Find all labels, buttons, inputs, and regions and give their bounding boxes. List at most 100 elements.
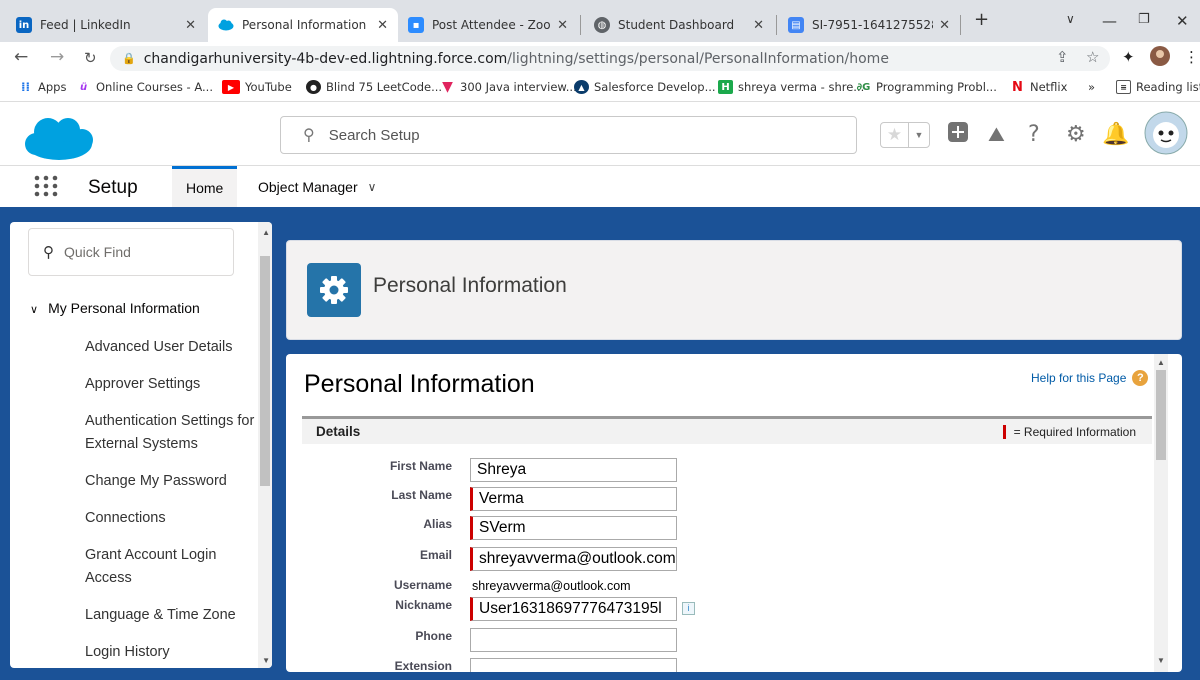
scrollbar-thumb[interactable] <box>260 256 270 486</box>
gfg-icon: ∂G <box>856 81 871 93</box>
salesforce-logo[interactable] <box>24 114 94 162</box>
favorites-star-button[interactable]: ★ ▼ <box>880 122 930 148</box>
browser-tab-linkedin[interactable]: in Feed | LinkedIn ✕ <box>6 8 206 42</box>
minimize-icon[interactable]: — <box>1102 12 1117 30</box>
details-section-header: Details = Required Information <box>302 416 1152 444</box>
quick-find-input[interactable]: ⚲ Quick Find <box>28 228 234 276</box>
bookmark-java-interview[interactable]: ▼ 300 Java interview... <box>440 79 577 95</box>
alias-input[interactable]: SVerm <box>470 516 677 540</box>
sidebar-scrollbar[interactable]: ▲ ▼ <box>258 222 272 668</box>
field-row-extension: Extension <box>302 658 1152 672</box>
extension-input[interactable] <box>470 658 677 672</box>
notifications-bell-icon[interactable]: 🔔 <box>1102 122 1129 147</box>
search-icon: ⚲ <box>303 127 315 144</box>
share-icon[interactable]: ⇪ <box>1056 48 1069 66</box>
globe-icon: ◍ <box>594 17 610 33</box>
sidebar-item-change-my-password[interactable]: Change My Password <box>85 470 255 493</box>
linkedin-icon: in <box>16 17 32 33</box>
app-navigation-bar: Setup Home Object Manager ∨ <box>0 166 1200 210</box>
content-scrollbar[interactable]: ▲ ▼ <box>1154 354 1168 672</box>
tab-divider <box>960 15 961 35</box>
sidebar-item-connections[interactable]: Connections <box>85 507 255 530</box>
bookmark-youtube[interactable]: ▶ YouTube <box>222 80 292 94</box>
sheet-icon: ▤ <box>788 17 804 33</box>
tab-label: Object Manager <box>258 178 358 195</box>
new-tab-plus-icon[interactable]: + <box>974 9 989 30</box>
close-icon[interactable]: ✕ <box>377 18 388 33</box>
tab-home[interactable]: Home <box>172 166 238 207</box>
bookmark-salesforce-dev[interactable]: ▲ Salesforce Develop... <box>574 80 716 94</box>
profile-avatar-icon[interactable] <box>1150 46 1170 70</box>
setup-search-input[interactable]: ⚲ Search Setup <box>280 116 857 154</box>
netflix-icon: N <box>1012 79 1023 95</box>
bookmark-label: Apps <box>38 80 67 94</box>
star-icon[interactable]: ☆ <box>1086 48 1099 66</box>
browser-tab-salesforce[interactable]: Personal Information | Sal ✕ <box>208 8 398 42</box>
bookmark-gfg[interactable]: ∂G Programming Probl... <box>856 80 997 94</box>
apps-grid-icon: ⁞⁞ <box>20 80 31 94</box>
scroll-up-icon[interactable]: ▲ <box>262 228 270 237</box>
close-icon[interactable]: ✕ <box>753 18 764 33</box>
bookmark-blind75[interactable]: ● Blind 75 LeetCode... <box>306 80 442 94</box>
required-information-legend: = Required Information <box>1002 425 1136 439</box>
app-name: Setup <box>88 177 138 198</box>
first-name-input[interactable]: Shreya <box>470 458 677 482</box>
reading-list-icon: ≡ <box>1116 80 1131 94</box>
browser-tab-zoom[interactable]: ▪ Post Attendee - Zoom ✕ <box>398 8 578 42</box>
browser-tab-student-dashboard[interactable]: ◍ Student Dashboard ✕ <box>584 8 774 42</box>
tab-search-chevron-icon[interactable]: ∨ <box>1066 12 1075 26</box>
close-icon[interactable]: ✕ <box>939 18 950 33</box>
sidebar-item-language-time-zone[interactable]: Language & Time Zone <box>85 604 255 627</box>
sidebar-item-authentication-settings[interactable]: Authentication Settings for External Sys… <box>85 410 255 456</box>
bookmark-netflix[interactable]: N Netflix <box>1010 79 1067 95</box>
vivo-icon: ▼ <box>442 79 453 95</box>
email-input[interactable]: shreyavverma@outlook.com <box>470 547 677 571</box>
tab-object-manager[interactable]: Object Manager ∨ <box>244 166 390 207</box>
browser-tab-sheet[interactable]: ▤ SI-7951-1641275528 ✕ <box>778 8 960 42</box>
back-arrow-icon[interactable]: ← <box>14 47 28 67</box>
sidebar-item-grant-account-login-access[interactable]: Grant Account Login Access <box>85 544 255 590</box>
browser-tab-strip: in Feed | LinkedIn ✕ Personal Informatio… <box>0 0 1200 42</box>
scroll-down-icon[interactable]: ▼ <box>262 656 270 665</box>
bookmark-udemy[interactable]: ü Online Courses - A... <box>76 80 213 94</box>
reload-icon[interactable]: ↻ <box>84 49 97 67</box>
trailhead-guidance-icon[interactable]: ⛰ <box>988 122 1005 146</box>
extensions-icon[interactable]: ✦ <box>1122 48 1135 66</box>
sidebar-item-advanced-user-details[interactable]: Advanced User Details <box>85 336 255 359</box>
bookmark-label: Blind 75 LeetCode... <box>326 80 443 94</box>
bookmark-apps[interactable]: ⁞⁞ Apps <box>18 80 67 94</box>
scroll-up-icon[interactable]: ▲ <box>1157 358 1166 367</box>
app-launcher-icon[interactable] <box>34 175 60 197</box>
user-avatar[interactable] <box>1144 111 1188 160</box>
tab-label: Personal Information | Sal <box>242 18 371 32</box>
help-for-this-page-link[interactable]: Help for this Page ? <box>1031 370 1149 386</box>
gear-icon[interactable]: ⚙ <box>1066 122 1086 147</box>
scrollbar-thumb[interactable] <box>1156 370 1166 460</box>
help-question-icon[interactable]: ? <box>1028 122 1040 147</box>
nickname-input[interactable]: User16318697776473195l <box>470 597 677 621</box>
sidebar-section-my-personal-information[interactable]: ∨ My Personal Information <box>30 300 200 316</box>
scroll-down-icon[interactable]: ▼ <box>1157 656 1166 665</box>
forward-arrow-icon[interactable]: → <box>50 47 64 67</box>
bookmark-label: shreya verma - shre... <box>738 80 865 94</box>
sidebar-item-approver-settings[interactable]: Approver Settings <box>85 373 255 396</box>
address-bar[interactable]: 🔒 chandigarhuniversity-4b-dev-ed.lightni… <box>110 46 1110 71</box>
bookmark-hackerrank[interactable]: H shreya verma - shre... <box>718 80 864 94</box>
close-icon[interactable]: ✕ <box>185 18 196 33</box>
phone-input[interactable] <box>470 628 677 652</box>
info-icon[interactable]: i <box>682 602 695 615</box>
more-chevrons-icon: » <box>1088 80 1096 94</box>
close-icon[interactable]: ✕ <box>557 18 568 33</box>
window-close-icon[interactable]: ✕ <box>1176 12 1189 30</box>
bookmark-reading-list[interactable]: ≡ Reading list <box>1116 80 1200 94</box>
sidebar-item-login-history[interactable]: Login History <box>85 641 255 664</box>
global-actions-icon[interactable] <box>948 122 968 148</box>
quick-find-placeholder: Quick Find <box>64 244 131 260</box>
bookmarks-overflow[interactable]: » <box>1088 80 1095 94</box>
restore-icon[interactable]: ❐ <box>1138 12 1150 27</box>
last-name-input[interactable]: Verma <box>470 487 677 511</box>
menu-dots-icon[interactable]: ⋮ <box>1184 48 1199 66</box>
lock-icon: 🔒 <box>122 52 136 65</box>
field-row-nickname: Nickname User16318697776473195l i <box>302 597 1152 623</box>
youtube-icon: ▶ <box>222 80 240 94</box>
